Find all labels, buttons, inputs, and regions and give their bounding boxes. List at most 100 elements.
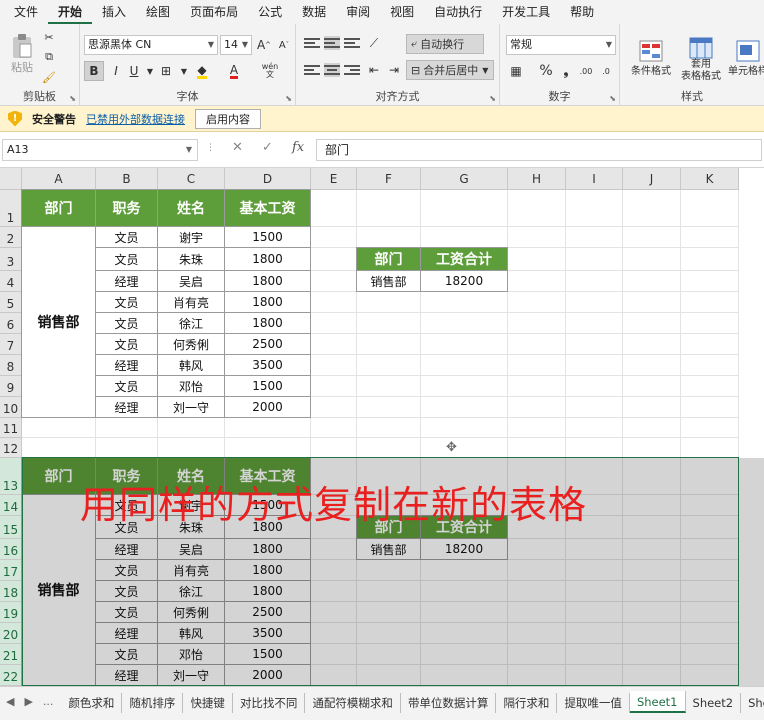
- ribbon-tab[interactable]: 自动执行: [424, 0, 492, 24]
- row-header[interactable]: 6: [0, 313, 22, 334]
- column-header[interactable]: B: [96, 168, 158, 190]
- copy-icon[interactable]: ⧉: [40, 48, 58, 66]
- table-data-cell[interactable]: 3500: [224, 622, 311, 644]
- table-data-cell[interactable]: 1500: [224, 226, 311, 248]
- row-header[interactable]: 21: [0, 644, 22, 665]
- cut-icon[interactable]: ✂: [40, 28, 58, 46]
- ribbon-tab[interactable]: 文件: [4, 0, 48, 24]
- borders-icon[interactable]: ⊞: [156, 61, 176, 81]
- borders-dropdown-icon[interactable]: ▼: [174, 61, 194, 81]
- sheet-tab[interactable]: 随机排序: [122, 693, 184, 713]
- table-header-cell[interactable]: 部门: [21, 189, 96, 227]
- more-sheets-button[interactable]: ...: [37, 687, 62, 708]
- security-message-link[interactable]: 已禁用外部数据连接: [86, 111, 185, 127]
- table-data-cell[interactable]: 刘一守: [157, 664, 225, 686]
- row-header[interactable]: 14: [0, 495, 22, 516]
- paste-button[interactable]: 粘贴: [8, 28, 36, 80]
- next-sheet-icon[interactable]: ▶: [18, 687, 36, 708]
- table-data-cell[interactable]: 何秀俐: [157, 333, 225, 355]
- row-header[interactable]: 18: [0, 581, 22, 602]
- align-bottom-icon[interactable]: [344, 36, 360, 50]
- table-data-cell[interactable]: 谢宇: [157, 226, 225, 248]
- table-data-cell[interactable]: 朱珠: [157, 247, 225, 271]
- row-header[interactable]: 5: [0, 292, 22, 313]
- table-data-cell[interactable]: 文员: [95, 333, 158, 355]
- row-header[interactable]: 4: [0, 271, 22, 292]
- select-all-corner[interactable]: [0, 168, 22, 190]
- row-header[interactable]: 11: [0, 418, 22, 438]
- decrease-indent-icon[interactable]: ⇤: [364, 60, 384, 80]
- summary-dept-cell[interactable]: 销售部: [356, 538, 421, 560]
- summary-header-cell[interactable]: 工资合计: [420, 247, 508, 271]
- table-data-cell[interactable]: 经理: [95, 354, 158, 376]
- table-data-cell[interactable]: 文员: [95, 375, 158, 397]
- font-color-icon[interactable]: A: [224, 61, 244, 81]
- table-data-cell[interactable]: 肖有亮: [157, 559, 225, 581]
- summary-total-cell[interactable]: 18200: [420, 270, 508, 292]
- accounting-format-icon[interactable]: ▦: [506, 61, 526, 81]
- sheet-tab[interactable]: 通配符模糊求和: [305, 693, 401, 713]
- number-dialog-launcher-icon[interactable]: ⬊: [609, 94, 616, 103]
- table-data-cell[interactable]: 2500: [224, 601, 311, 623]
- summary-header-cell[interactable]: 部门: [356, 247, 421, 271]
- ribbon-tab[interactable]: 开发工具: [492, 0, 560, 24]
- row-header[interactable]: 8: [0, 355, 22, 376]
- wrap-text-button[interactable]: ⤶ 自动换行: [406, 34, 484, 54]
- decrease-decimal-button[interactable]: .0: [596, 61, 616, 81]
- table-data-cell[interactable]: 吴启: [157, 270, 225, 292]
- clipboard-dialog-launcher-icon[interactable]: ⬊: [69, 94, 76, 103]
- merged-dept-cell[interactable]: 销售部: [21, 226, 96, 418]
- percent-style-button[interactable]: %: [536, 61, 556, 81]
- row-header[interactable]: 19: [0, 602, 22, 623]
- summary-total-cell[interactable]: 18200: [420, 538, 508, 560]
- merge-center-button[interactable]: ⊟ 合并后居中 ▼: [406, 60, 494, 80]
- name-box[interactable]: A13 ▼: [2, 139, 198, 161]
- row-header[interactable]: 15: [0, 516, 22, 539]
- number-format-select[interactable]: 常规 ▼: [506, 35, 616, 55]
- column-header[interactable]: C: [158, 168, 225, 190]
- alignment-dialog-launcher-icon[interactable]: ⬊: [489, 94, 496, 103]
- table-data-cell[interactable]: 1800: [224, 559, 311, 581]
- column-header[interactable]: E: [311, 168, 357, 190]
- table-data-cell[interactable]: 经理: [95, 270, 158, 292]
- table-data-cell[interactable]: 韩风: [157, 622, 225, 644]
- format-as-table-button[interactable]: 套用 表格格式: [676, 30, 726, 90]
- row-header[interactable]: 13: [0, 458, 22, 495]
- sheet-tab[interactable]: Sheet3: [741, 693, 764, 713]
- column-header[interactable]: D: [225, 168, 311, 190]
- column-header[interactable]: F: [357, 168, 421, 190]
- ribbon-tab[interactable]: 绘图: [136, 0, 180, 24]
- sheet-tab[interactable]: 对比找不同: [233, 693, 306, 713]
- row-header[interactable]: 7: [0, 334, 22, 355]
- table-data-cell[interactable]: 肖有亮: [157, 291, 225, 313]
- row-header[interactable]: 16: [0, 539, 22, 560]
- comma-style-button[interactable]: ❟: [556, 61, 576, 81]
- ribbon-tab[interactable]: 数据: [292, 0, 336, 24]
- cell-styles-button[interactable]: 单元格样: [726, 30, 764, 86]
- orientation-icon[interactable]: ⟋: [364, 33, 384, 53]
- table-data-cell[interactable]: 韩风: [157, 354, 225, 376]
- align-middle-icon[interactable]: [324, 36, 340, 50]
- row-header[interactable]: 2: [0, 227, 22, 248]
- column-header[interactable]: I: [566, 168, 623, 190]
- table-data-cell[interactable]: 邓怡: [157, 375, 225, 397]
- table-header-cell[interactable]: 职务: [95, 189, 158, 227]
- align-top-icon[interactable]: [304, 36, 320, 50]
- decrease-font-button[interactable]: Aˇ: [274, 35, 294, 55]
- row-header[interactable]: 10: [0, 397, 22, 418]
- table-data-cell[interactable]: 1800: [224, 247, 311, 271]
- sheet-tab[interactable]: 快捷键: [183, 693, 233, 713]
- row-header[interactable]: 17: [0, 560, 22, 581]
- ribbon-tab[interactable]: 审阅: [336, 0, 380, 24]
- font-dialog-launcher-icon[interactable]: ⬊: [285, 94, 292, 103]
- sheet-tab[interactable]: Sheet1: [629, 691, 686, 713]
- column-header[interactable]: A: [22, 168, 96, 190]
- table-data-cell[interactable]: 文员: [95, 291, 158, 313]
- table-data-cell[interactable]: 邓怡: [157, 643, 225, 665]
- enable-content-button[interactable]: 启用内容: [195, 108, 261, 129]
- table-data-cell[interactable]: 经理: [95, 664, 158, 686]
- fill-color-icon[interactable]: ◆: [192, 61, 212, 81]
- table-data-cell[interactable]: 何秀俐: [157, 601, 225, 623]
- prev-sheet-icon[interactable]: ◀: [0, 687, 18, 708]
- row-header[interactable]: 3: [0, 248, 22, 271]
